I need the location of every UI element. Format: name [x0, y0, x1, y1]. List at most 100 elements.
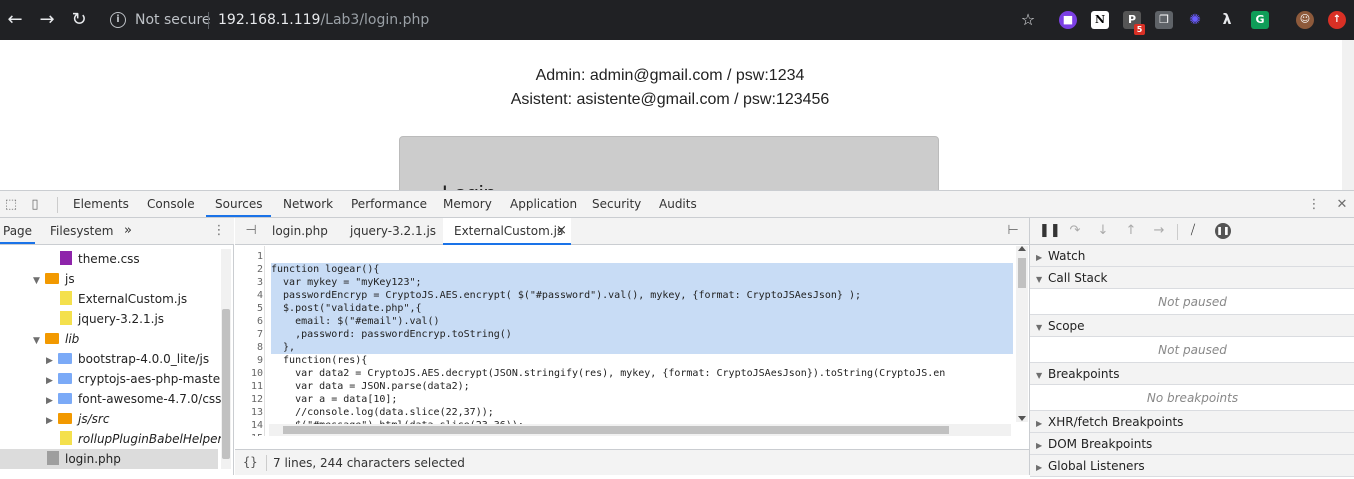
section-breakpoints[interactable]: ▼ Breakpoints: [1030, 363, 1354, 385]
tree-item-rollup[interactable]: rollupPluginBabelHelpers: [60, 429, 229, 449]
tab-performance[interactable]: Performance: [351, 197, 427, 211]
device-toolbar-icon[interactable]: ▯: [27, 197, 43, 213]
code-line[interactable]: var mykey = "myKey123";: [271, 276, 1013, 289]
tab-network[interactable]: Network: [283, 197, 333, 211]
navigator-scroll-thumb[interactable]: [222, 309, 230, 459]
section-xhr-fetch-breakpoints[interactable]: ▶ XHR/fetch Breakpoints: [1030, 411, 1354, 433]
notion-icon[interactable]: N: [1091, 11, 1109, 29]
security-label[interactable]: Not secure: [135, 12, 211, 28]
page-scrollbar[interactable]: [1342, 40, 1354, 190]
line-number[interactable]: 5: [235, 302, 263, 315]
editor-vscrollbar[interactable]: [1016, 246, 1028, 422]
step-icon[interactable]: →: [1151, 223, 1167, 239]
tree-item-login-php[interactable]: login.php: [0, 449, 218, 469]
line-number[interactable]: 11: [235, 380, 263, 393]
code-line[interactable]: passwordEncryp = CryptoJS.AES.encrypt( $…: [271, 289, 1013, 302]
code-area[interactable]: 1 2 function logear(){ 3 var mykey = "myKey…: [235, 246, 1029, 436]
pretty-print-button[interactable]: {}: [243, 455, 257, 469]
deactivate-breakpoints-icon[interactable]: ⧸: [1185, 223, 1201, 239]
close-devtools-icon[interactable]: ✕: [1334, 197, 1350, 213]
code-line[interactable]: var data2 = CryptoJS.AES.decrypt(JSON.st…: [271, 367, 945, 380]
pause-icon[interactable]: ❚❚: [1039, 223, 1061, 239]
tab-audits[interactable]: Audits: [659, 197, 697, 211]
editor-tab-externalcustom[interactable]: ExternalCustom.js: [454, 224, 563, 238]
tree-item-js-folder[interactable]: ▼ js: [33, 269, 75, 289]
section-scope[interactable]: ▼ Scope: [1030, 315, 1354, 337]
forward-arrow-icon[interactable]: →: [36, 9, 58, 31]
toggle-navigator-icon[interactable]: ⊣: [243, 223, 259, 239]
tree-item-theme-css[interactable]: theme.css: [60, 249, 140, 269]
step-over-icon[interactable]: ↷: [1067, 223, 1083, 239]
extension-gray-icon[interactable]: ❐: [1155, 11, 1173, 29]
code-line[interactable]: function(res){: [271, 354, 367, 367]
update-icon[interactable]: ↑: [1328, 11, 1346, 29]
tab-security[interactable]: Security: [592, 197, 641, 211]
section-watch[interactable]: ▶ Watch: [1030, 245, 1354, 267]
tree-item-bootstrap[interactable]: ▶ bootstrap-4.0.0_lite/js: [46, 349, 209, 369]
extension-lambda-icon[interactable]: λ: [1218, 11, 1236, 29]
line-number[interactable]: 15: [235, 432, 263, 436]
line-number[interactable]: 6: [235, 315, 263, 328]
scroll-up-icon[interactable]: [1018, 246, 1026, 251]
section-dom-breakpoints[interactable]: ▶ DOM Breakpoints: [1030, 433, 1354, 455]
line-number[interactable]: 3: [235, 276, 263, 289]
tab-page[interactable]: Page: [3, 224, 32, 238]
editor-tab-jquery[interactable]: jquery-3.2.1.js: [350, 224, 436, 238]
tree-item-externalcustom[interactable]: ExternalCustom.js: [60, 289, 187, 309]
pause-on-exceptions-icon[interactable]: ❚❚: [1215, 223, 1231, 239]
tree-item-lib-folder[interactable]: ▼ lib: [33, 329, 79, 349]
extension-blue-icon[interactable]: ✺: [1186, 11, 1204, 29]
tab-application[interactable]: Application: [510, 197, 577, 211]
scroll-down-icon[interactable]: [1018, 416, 1026, 421]
code-line[interactable]: var data = JSON.parse(data2);: [271, 380, 470, 393]
line-number[interactable]: 12: [235, 393, 263, 406]
address-bar[interactable]: 192.168.1.119/Lab3/login.php: [218, 12, 429, 28]
line-number[interactable]: 4: [235, 289, 263, 302]
line-number[interactable]: 14: [235, 419, 263, 432]
line-number[interactable]: 8: [235, 341, 263, 354]
bookmark-star-icon[interactable]: ☆: [1017, 9, 1039, 31]
line-number[interactable]: 9: [235, 354, 263, 367]
more-options-icon[interactable]: ⋮: [1306, 197, 1322, 213]
reload-icon[interactable]: ↻: [68, 9, 90, 31]
line-number[interactable]: 13: [235, 406, 263, 419]
editor-hscroll-thumb[interactable]: [283, 426, 949, 434]
line-number[interactable]: 10: [235, 367, 263, 380]
more-tabs-icon[interactable]: »: [124, 223, 132, 238]
editor-hscrollbar[interactable]: [269, 424, 1011, 436]
section-call-stack[interactable]: ▼ Call Stack: [1030, 267, 1354, 289]
code-line[interactable]: email: $("#email").val(): [271, 315, 1013, 328]
tree-item-js-src[interactable]: ▶ js/src: [46, 409, 109, 429]
tab-console[interactable]: Console: [147, 197, 195, 211]
tab-elements[interactable]: Elements: [73, 197, 129, 211]
code-line[interactable]: },: [271, 341, 1013, 354]
inspect-element-icon[interactable]: ⬚: [3, 197, 19, 213]
line-number[interactable]: 2: [235, 263, 263, 276]
grammarly-icon[interactable]: G: [1251, 11, 1269, 29]
line-number[interactable]: 1: [235, 250, 263, 263]
info-icon[interactable]: i: [110, 12, 126, 28]
editor-tab-login-php[interactable]: login.php: [272, 224, 328, 238]
tab-memory[interactable]: Memory: [443, 197, 492, 211]
extension-purple-icon[interactable]: ■: [1059, 11, 1077, 29]
back-arrow-icon[interactable]: ←: [4, 9, 26, 31]
line-number[interactable]: 7: [235, 328, 263, 341]
navigator-scrollbar[interactable]: [221, 249, 231, 469]
toggle-debugger-icon[interactable]: ⊢: [1005, 223, 1021, 239]
code-line[interactable]: ,password: passwordEncryp.toString(): [271, 328, 1013, 341]
tree-item-font-awesome[interactable]: ▶ font-awesome-4.7.0/css: [46, 389, 221, 409]
code-line[interactable]: var a = data[10];: [271, 393, 397, 406]
step-into-icon[interactable]: ↓: [1095, 223, 1111, 239]
editor-vscroll-thumb[interactable]: [1018, 258, 1026, 288]
tab-filesystem[interactable]: Filesystem: [50, 224, 113, 238]
code-line[interactable]: $.post("validate.php",{: [271, 302, 1013, 315]
code-line[interactable]: //console.log(data.slice(22,37));: [271, 406, 494, 419]
tree-item-jquery[interactable]: jquery-3.2.1.js: [60, 309, 164, 329]
close-tab-icon[interactable]: ×: [556, 223, 567, 238]
code-line[interactable]: function logear(){: [271, 263, 1013, 276]
avatar[interactable]: ☺: [1296, 11, 1314, 29]
navigator-menu-icon[interactable]: ⋮: [211, 223, 227, 239]
step-out-icon[interactable]: ↑: [1123, 223, 1139, 239]
tree-item-cryptojs[interactable]: ▶ cryptojs-aes-php-master: [46, 369, 225, 389]
tab-sources[interactable]: Sources: [215, 197, 262, 211]
